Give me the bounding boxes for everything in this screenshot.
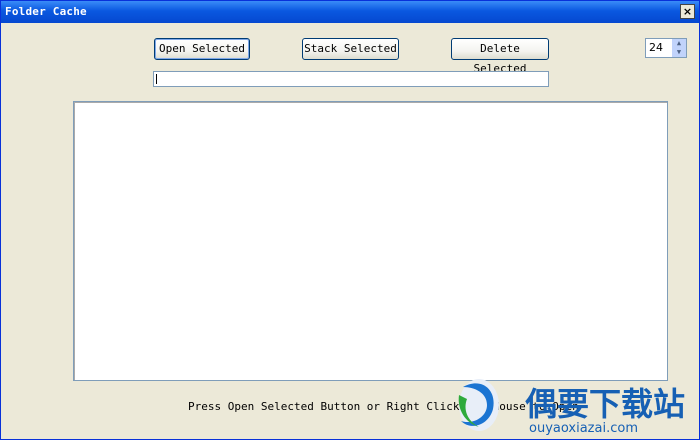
spinner-value[interactable]: 24 (649, 41, 663, 54)
close-button[interactable]: × (680, 4, 695, 19)
cache-size-spinner[interactable]: 24 ▲ ▼ (645, 38, 687, 58)
spinner-down-button[interactable]: ▼ (671, 48, 686, 57)
watermark-title: 偶要下载站 (525, 385, 686, 423)
path-input[interactable] (153, 71, 549, 87)
delete-selected-button[interactable]: Delete Selected (451, 38, 549, 75)
chevron-down-icon: ▼ (676, 48, 682, 56)
status-text: Press Open Selected Button or Right Clic… (188, 400, 579, 413)
spinner-buttons: ▲ ▼ (671, 39, 686, 57)
watermark-url: ouyaoxiazai.com (529, 421, 638, 436)
stack-selected-button[interactable]: Stack Selected (302, 38, 399, 60)
title-bar[interactable]: Folder Cache × (1, 1, 699, 23)
logo-icon (458, 379, 499, 431)
text-caret (156, 74, 157, 84)
open-selected-button[interactable]: Open Selected (154, 38, 250, 60)
chevron-up-icon: ▲ (676, 39, 682, 47)
close-icon: × (682, 5, 693, 18)
window-title: Folder Cache (5, 5, 87, 18)
folder-cache-window: Folder Cache × Open Selected Stack Selec… (0, 0, 700, 440)
spinner-up-button[interactable]: ▲ (671, 39, 686, 48)
folder-list[interactable] (73, 101, 668, 381)
